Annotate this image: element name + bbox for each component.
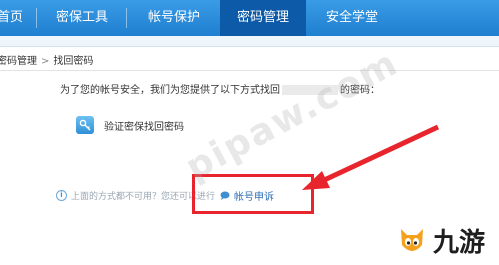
brand-logo: 九游 bbox=[395, 220, 495, 260]
fox-mascot-icon bbox=[401, 229, 423, 251]
brand-text: 九游 bbox=[433, 227, 486, 258]
